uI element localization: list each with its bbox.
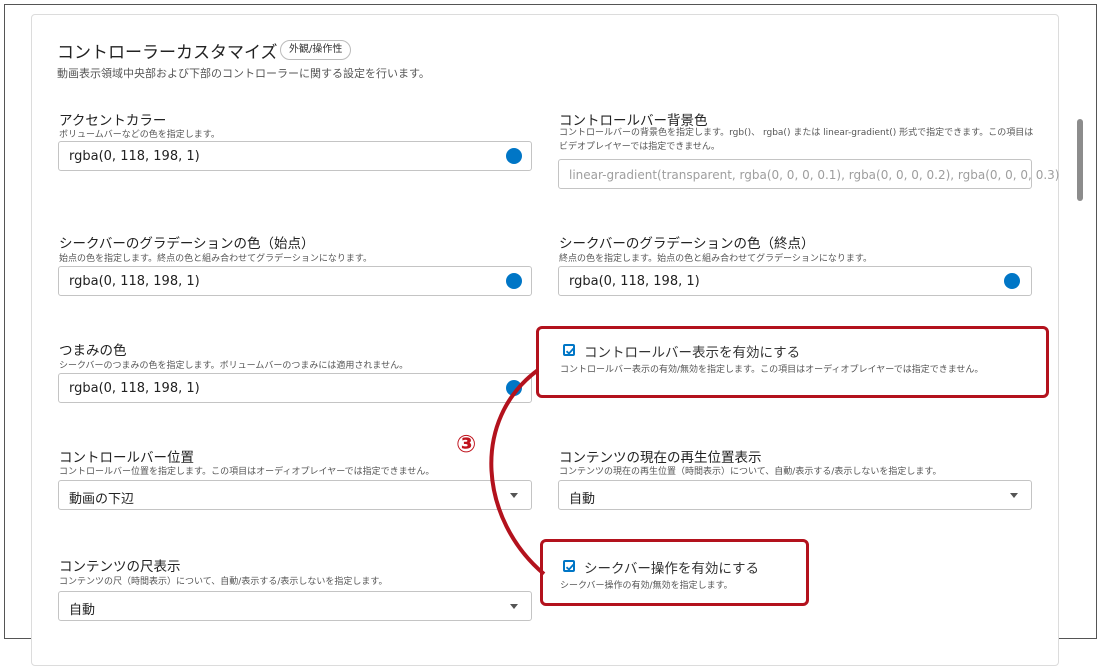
scrollbar-track[interactable]: [1073, 5, 1093, 638]
annotation-arc: [489, 368, 546, 576]
scrollbar-thumb[interactable]: [1077, 119, 1083, 201]
annotation-callout: ③: [456, 430, 477, 458]
